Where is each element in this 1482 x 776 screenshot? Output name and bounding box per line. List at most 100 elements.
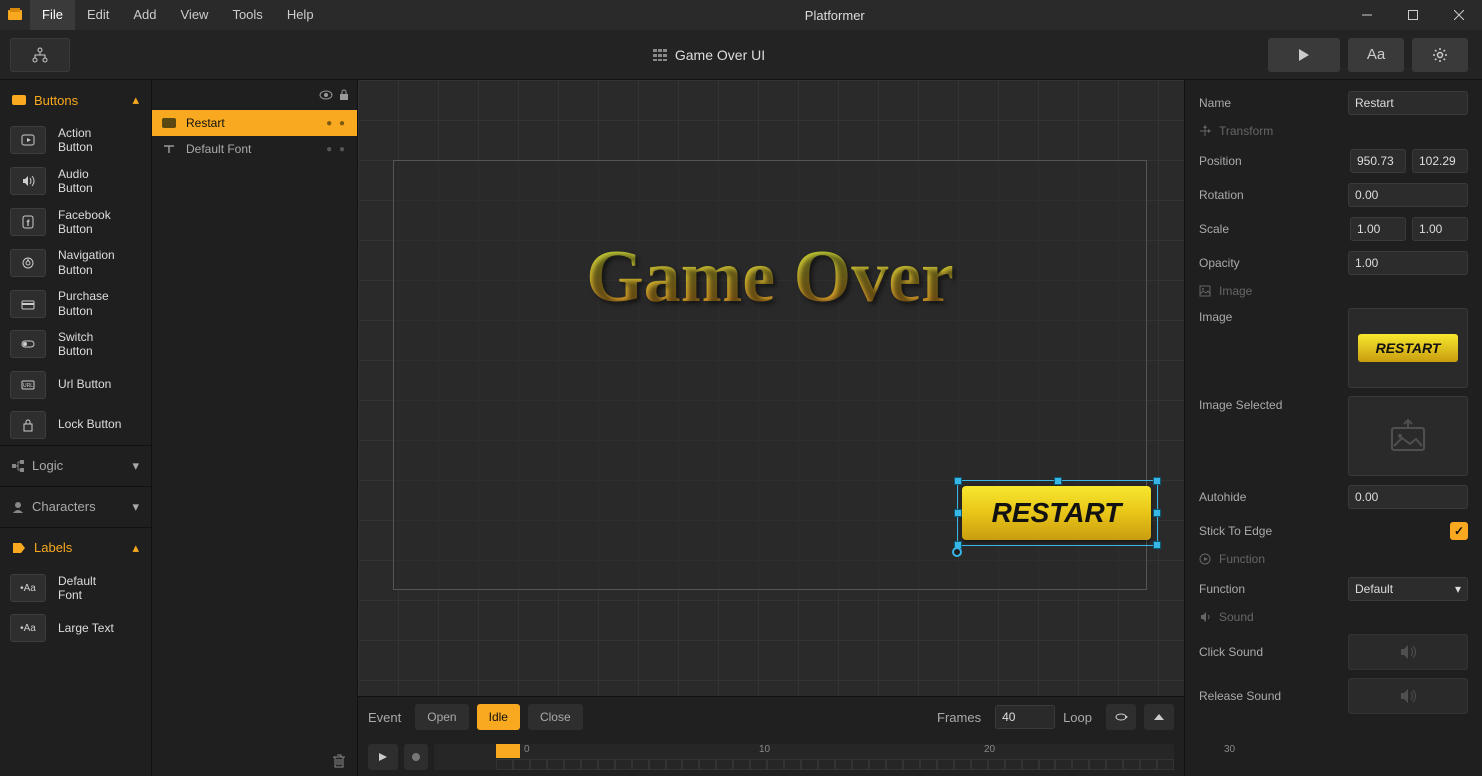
function-select[interactable]: Default▾	[1348, 577, 1468, 601]
hierarchy-item-default-font[interactable]: Default Font ● ●	[152, 136, 357, 162]
font-button[interactable]: Aa	[1348, 38, 1404, 72]
component-url[interactable]: URLUrl Button	[0, 365, 151, 405]
chevron-up-icon: ▴	[132, 92, 139, 108]
text-element-icon	[162, 144, 176, 154]
image-label: Image	[1199, 308, 1348, 324]
font-icon: •Aa	[10, 614, 46, 642]
component-facebook[interactable]: fFacebook Button	[0, 202, 151, 243]
position-x-input[interactable]	[1350, 149, 1406, 173]
trash-icon[interactable]	[333, 754, 345, 768]
label-icon	[12, 542, 26, 554]
stick-to-edge-checkbox[interactable]: ✓	[1450, 522, 1468, 540]
logic-icon	[12, 460, 24, 472]
menu-tools[interactable]: Tools	[220, 0, 274, 30]
scale-x-input[interactable]	[1350, 217, 1406, 241]
play-button[interactable]	[1268, 38, 1340, 72]
button-category-icon	[12, 95, 26, 105]
timeline-track[interactable]: 0 10 20 30	[434, 744, 1174, 770]
timeline-tab-idle[interactable]: Idle	[477, 704, 520, 730]
opacity-label: Opacity	[1199, 256, 1348, 270]
url-icon: URL	[10, 371, 46, 399]
component-navigation[interactable]: Navigation Button	[0, 242, 151, 283]
canvas[interactable]: Game Over RESTART	[358, 80, 1184, 696]
hierarchy-button[interactable]	[10, 38, 70, 72]
image-section-header: Image	[1199, 284, 1468, 298]
accordion-labels[interactable]: Labels ▴	[0, 528, 151, 568]
name-label: Name	[1199, 96, 1348, 110]
action-icon	[10, 126, 46, 154]
position-y-input[interactable]	[1412, 149, 1468, 173]
transform-section-header: Transform	[1199, 124, 1468, 138]
scale-y-input[interactable]	[1412, 217, 1468, 241]
scene-title: Game Over UI	[675, 47, 765, 63]
switch-icon	[10, 330, 46, 358]
frames-label: Frames	[937, 710, 981, 725]
maximize-button[interactable]	[1390, 0, 1436, 30]
component-default-font[interactable]: •Aa Default Font	[0, 568, 151, 609]
rotation-label: Rotation	[1199, 188, 1348, 202]
opacity-input[interactable]	[1348, 251, 1468, 275]
position-label: Position	[1199, 154, 1350, 168]
character-icon	[12, 501, 24, 513]
navigation-icon	[10, 249, 46, 277]
menu-add[interactable]: Add	[121, 0, 168, 30]
item-options-icon: ● ●	[326, 118, 347, 129]
chevron-down-icon: ▾	[132, 499, 139, 515]
release-sound-label: Release Sound	[1199, 689, 1348, 703]
timeline-play-button[interactable]	[368, 744, 398, 770]
menu-edit[interactable]: Edit	[75, 0, 121, 30]
frames-input[interactable]	[995, 705, 1055, 729]
chevron-up-icon: ▴	[132, 540, 139, 556]
component-lock[interactable]: Lock Button	[0, 405, 151, 445]
accordion-characters[interactable]: Characters ▾	[0, 487, 151, 527]
accordion-logic[interactable]: Logic ▾	[0, 446, 151, 486]
menu-help[interactable]: Help	[275, 0, 326, 30]
item-options-icon: ● ●	[326, 144, 347, 155]
menu-view[interactable]: View	[169, 0, 221, 30]
release-sound-button[interactable]	[1348, 678, 1468, 714]
app-logo	[0, 0, 30, 30]
event-label: Event	[368, 710, 401, 725]
autohide-label: Autohide	[1199, 490, 1348, 504]
button-element-icon	[162, 118, 176, 128]
svg-text:f: f	[27, 218, 31, 228]
component-switch[interactable]: Switch Button	[0, 324, 151, 365]
component-purchase[interactable]: Purchase Button	[0, 283, 151, 324]
close-button[interactable]	[1436, 0, 1482, 30]
minimize-button[interactable]	[1344, 0, 1390, 30]
image-selected-label: Image Selected	[1199, 396, 1348, 412]
audio-icon	[10, 167, 46, 195]
scene-type-icon	[653, 49, 667, 61]
game-over-label: Game Over	[586, 235, 954, 320]
visibility-icon[interactable]	[319, 90, 333, 100]
component-large-text[interactable]: •Aa Large Text	[0, 608, 151, 648]
timeline-tab-close[interactable]: Close	[528, 704, 583, 730]
loop-label: Loop	[1063, 710, 1092, 725]
component-action[interactable]: Action Button	[0, 120, 151, 161]
function-section-header: Function	[1199, 552, 1468, 566]
restart-button-element[interactable]: RESTART	[962, 486, 1151, 540]
timeline-record-button[interactable]	[404, 744, 428, 770]
sound-section-header: Sound	[1199, 610, 1468, 624]
accordion-buttons[interactable]: Buttons ▴	[0, 80, 151, 120]
name-input[interactable]	[1348, 91, 1468, 115]
lock-icon[interactable]	[339, 89, 349, 101]
click-sound-button[interactable]	[1348, 634, 1468, 670]
lock-icon	[10, 411, 46, 439]
purchase-icon	[10, 290, 46, 318]
collapse-timeline-button[interactable]	[1144, 704, 1174, 730]
component-audio[interactable]: Audio Button	[0, 161, 151, 202]
rotation-input[interactable]	[1348, 183, 1468, 207]
window-title: Platformer	[326, 8, 1344, 23]
settings-button[interactable]	[1412, 38, 1468, 72]
autohide-input[interactable]	[1348, 485, 1468, 509]
image-preview[interactable]: RESTART	[1348, 308, 1468, 388]
menu-file[interactable]: File	[30, 0, 75, 30]
timeline-tab-open[interactable]: Open	[415, 704, 468, 730]
loop-button[interactable]	[1106, 704, 1136, 730]
scale-label: Scale	[1199, 222, 1350, 236]
image-selected-preview[interactable]	[1348, 396, 1468, 476]
hierarchy-item-restart[interactable]: Restart ● ●	[152, 110, 357, 136]
facebook-icon: f	[10, 208, 46, 236]
font-icon: •Aa	[10, 574, 46, 602]
